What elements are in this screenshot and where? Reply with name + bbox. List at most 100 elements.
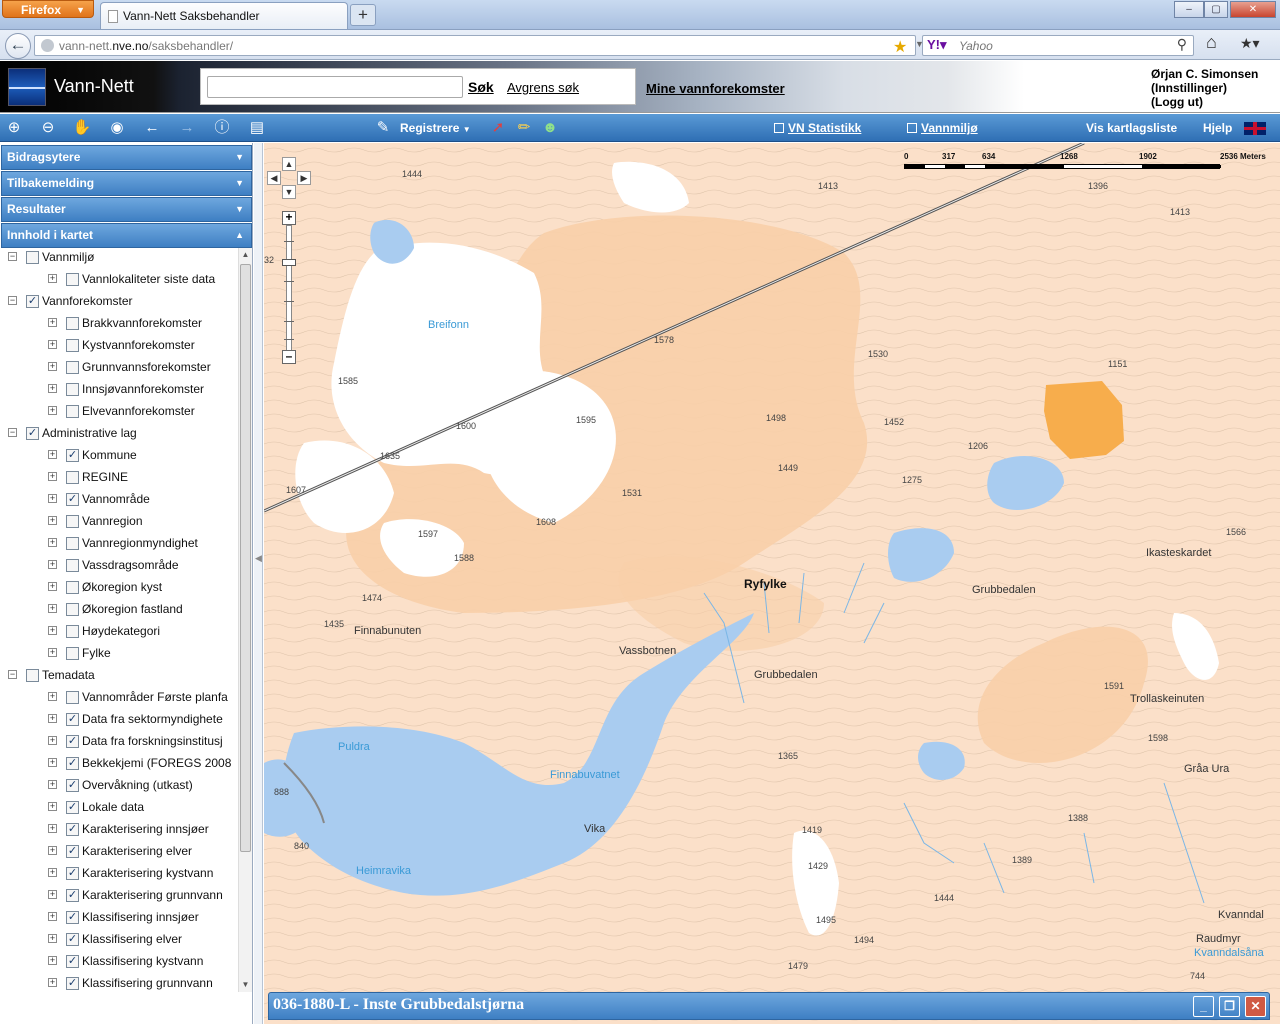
collapse-icon[interactable]: −	[8, 428, 17, 437]
accordion-resultater[interactable]: Resultater ▼	[1, 197, 252, 222]
accordion-innhold-i-kartet[interactable]: Innhold i kartet ▲	[1, 223, 252, 248]
expand-icon[interactable]: +	[48, 802, 57, 811]
expand-icon[interactable]: +	[48, 780, 57, 789]
zoom-in-icon[interactable]: ⊕	[4, 118, 24, 138]
layer-checkbox[interactable]: ✓	[66, 493, 79, 506]
draw-pencil-icon[interactable]: ✏	[514, 118, 534, 138]
scroll-down-arrow-icon[interactable]: ▼	[239, 978, 252, 992]
search-input[interactable]	[207, 76, 463, 98]
my-water-bodies-link[interactable]: Mine vannforekomster	[646, 81, 785, 96]
vn-statistics-link[interactable]: VN Statistikk	[774, 121, 861, 135]
layer-tree-item[interactable]: − Vannmiljø	[0, 248, 237, 270]
layer-tree-item[interactable]: + ✓ Karakterisering kystvann	[0, 864, 237, 886]
zoom-in-button[interactable]: +	[282, 211, 296, 225]
layer-tree-item[interactable]: + Økoregion kyst	[0, 578, 237, 600]
layer-checkbox[interactable]	[66, 405, 79, 418]
firefox-menu-button[interactable]: Firefox ▼	[2, 0, 94, 18]
layer-checkbox[interactable]: ✓	[66, 911, 79, 924]
vannmiljo-link[interactable]: Vannmiljø	[907, 121, 978, 135]
layer-tree-item[interactable]: + ✓ Data fra sektormyndighete	[0, 710, 237, 732]
layer-tree-item[interactable]: + ✓ Kommune	[0, 446, 237, 468]
user-settings-link[interactable]: (Innstillinger)	[1151, 81, 1258, 95]
expand-icon[interactable]: +	[48, 956, 57, 965]
expand-icon[interactable]: +	[48, 340, 57, 349]
layer-tree-item[interactable]: + Økoregion fastland	[0, 600, 237, 622]
minimize-panel-button[interactable]: _	[1193, 996, 1214, 1017]
layer-tree-item[interactable]: + Innsjøvannforekomster	[0, 380, 237, 402]
layer-checkbox[interactable]: ✓	[66, 823, 79, 836]
layer-checkbox[interactable]	[66, 515, 79, 528]
expand-icon[interactable]: +	[48, 692, 57, 701]
uk-flag-icon[interactable]	[1244, 122, 1266, 135]
full-extent-globe-icon[interactable]: ◉	[107, 118, 127, 138]
layer-tree-item[interactable]: + Kystvannforekomster	[0, 336, 237, 358]
layer-checkbox[interactable]: ✓	[26, 295, 39, 308]
expand-icon[interactable]: +	[48, 318, 57, 327]
expand-icon[interactable]: +	[48, 582, 57, 591]
expand-icon[interactable]: +	[48, 362, 57, 371]
layer-tree-item[interactable]: + ✓ Vannområde	[0, 490, 237, 512]
help-button[interactable]: Hjelp	[1203, 121, 1232, 135]
layer-checkbox[interactable]: ✓	[66, 801, 79, 814]
layer-checkbox[interactable]	[66, 691, 79, 704]
layer-checkbox[interactable]	[66, 537, 79, 550]
expand-icon[interactable]: +	[48, 450, 57, 459]
layer-checkbox[interactable]: ✓	[26, 427, 39, 440]
expand-icon[interactable]: +	[48, 516, 57, 525]
new-tab-button[interactable]: +	[350, 4, 376, 26]
layer-tree-scrollbar[interactable]: ▲ ▼	[238, 248, 252, 992]
logout-link[interactable]: (Logg ut)	[1151, 95, 1258, 109]
expand-icon[interactable]: +	[48, 626, 57, 635]
layer-tree-item[interactable]: + REGINE	[0, 468, 237, 490]
expand-icon[interactable]: +	[48, 890, 57, 899]
browser-search-bar[interactable]: Y!▾ Yahoo ⚲	[922, 35, 1194, 56]
layer-tree-item[interactable]: − Temadata	[0, 666, 237, 688]
expand-icon[interactable]: +	[48, 714, 57, 723]
layer-checkbox[interactable]	[66, 317, 79, 330]
collapse-icon[interactable]: −	[8, 670, 17, 679]
expand-icon[interactable]: +	[48, 934, 57, 943]
layer-tree-item[interactable]: − ✓ Administrative lag	[0, 424, 237, 446]
layer-tree-item[interactable]: + Vannregion	[0, 512, 237, 534]
layer-tree-item[interactable]: + ✓ Karakterisering grunnvann	[0, 886, 237, 908]
collapse-icon[interactable]: −	[8, 296, 17, 305]
back-button[interactable]: ←	[5, 33, 31, 59]
layer-checkbox[interactable]: ✓	[66, 933, 79, 946]
layer-tree-item[interactable]: + ✓ Karakterisering innsjøer	[0, 820, 237, 842]
minimize-window-button[interactable]: –	[1174, 1, 1204, 18]
layer-checkbox[interactable]	[66, 625, 79, 638]
expand-icon[interactable]: +	[48, 472, 57, 481]
layer-tree-item[interactable]: + Vassdragsområde	[0, 556, 237, 578]
layer-tree-item[interactable]: + Høydekategori	[0, 622, 237, 644]
expand-icon[interactable]: +	[48, 758, 57, 767]
identify-info-icon[interactable]: ⓘ	[212, 118, 232, 138]
bookmarks-menu-icon[interactable]: ★▾	[1240, 35, 1268, 55]
expand-icon[interactable]: +	[48, 560, 57, 569]
accordion-tilbakemelding[interactable]: Tilbakemelding ▼	[1, 171, 252, 196]
expand-icon[interactable]: +	[48, 846, 57, 855]
show-layer-list-button[interactable]: Vis kartlagsliste	[1086, 121, 1177, 135]
layer-checkbox[interactable]: ✓	[66, 779, 79, 792]
sidebar-splitter[interactable]: ◀	[254, 143, 263, 1024]
yahoo-logo-icon[interactable]: Y!▾	[927, 37, 947, 53]
expand-icon[interactable]: +	[48, 824, 57, 833]
restore-panel-button[interactable]: ❐	[1219, 996, 1240, 1017]
layer-checkbox[interactable]	[66, 339, 79, 352]
layer-tree-item[interactable]: + ✓ Bekkekjemi (FOREGS 2008	[0, 754, 237, 776]
map-view[interactable]: Breifonn Ryfylke Grubbedalen Ikasteskard…	[264, 143, 1280, 1024]
add-user-icon[interactable]: ☻	[540, 118, 560, 138]
layer-tree-item[interactable]: + ✓ Lokale data	[0, 798, 237, 820]
expand-icon[interactable]: +	[48, 648, 57, 657]
layer-tree-item[interactable]: + ✓ Klassifisering kystvann	[0, 952, 237, 974]
layer-tree-item[interactable]: + ✓ Klassifisering elver	[0, 930, 237, 952]
layer-checkbox[interactable]: ✓	[66, 845, 79, 858]
layer-checkbox[interactable]: ✓	[66, 977, 79, 990]
expand-icon[interactable]: +	[48, 384, 57, 393]
previous-extent-arrow-icon[interactable]: ←	[142, 118, 162, 138]
layer-checkbox[interactable]	[26, 251, 39, 264]
layer-tree-item[interactable]: + Grunnvannsforekomster	[0, 358, 237, 380]
expand-icon[interactable]: +	[48, 604, 57, 613]
edit-geometry-icon[interactable]: ➚	[488, 118, 508, 138]
advanced-search-link[interactable]: Avgrens søk	[507, 80, 579, 95]
layer-tree-item[interactable]: + ✓ Overvåkning (utkast)	[0, 776, 237, 798]
